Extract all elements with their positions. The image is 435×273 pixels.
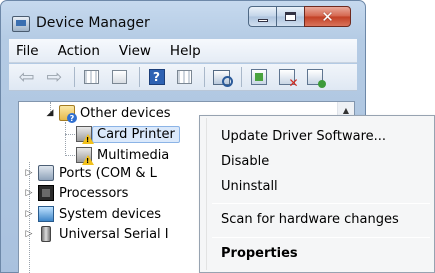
toolbar-separator [74, 67, 75, 87]
expand-arrow-icon[interactable]: ▷ [24, 209, 34, 219]
view-icon [177, 70, 192, 84]
tree-item-processors[interactable]: ▷ Processors [24, 183, 128, 203]
expand-arrow-icon[interactable]: ▷ [24, 229, 34, 239]
tree-connector [65, 155, 75, 156]
menu-item-scan[interactable]: Scan for hardware changes [221, 212, 399, 227]
menu-help[interactable]: Help [169, 43, 202, 59]
tree-item-ports[interactable]: ▷ Ports (COM & L [24, 163, 157, 183]
caption-buttons: ✕ [248, 6, 351, 27]
tree-item-multimedia[interactable]: Multimedia [76, 145, 169, 165]
tree-item-label: Other devices [80, 105, 171, 121]
menu-bar: File Action View Help [9, 39, 357, 63]
toolbar-separator [204, 67, 205, 87]
help-button[interactable]: ? [146, 68, 167, 87]
forward-icon: ⇨ [46, 65, 63, 88]
unknown-device-folder-icon [59, 105, 77, 123]
maximize-button[interactable] [276, 6, 304, 27]
view-button[interactable] [174, 68, 195, 87]
tree-item-label: Multimedia [97, 147, 170, 163]
back-icon: ⇦ [18, 65, 35, 88]
menu-view[interactable]: View [118, 43, 152, 59]
usb-icon [41, 226, 51, 242]
tree-item-label: System devices [59, 206, 162, 222]
menu-separator [212, 237, 430, 238]
tree-item-usb[interactable]: ▷ Universal Serial I [24, 224, 169, 244]
tree-item-label: Ports (COM & L [59, 165, 157, 181]
device-warning-icon [76, 126, 94, 144]
menu-item-update-driver[interactable]: Update Driver Software... [221, 129, 386, 144]
tree-item-label: Card Printer [92, 125, 180, 143]
help-icon: ? [148, 69, 165, 85]
scan-hardware-icon [213, 69, 233, 87]
processor-icon [38, 185, 54, 201]
tree-item-label: Processors [59, 185, 129, 201]
menu-action[interactable]: Action [57, 43, 101, 59]
menu-item-disable[interactable]: Disable [221, 154, 269, 169]
menu-file[interactable]: File [15, 43, 40, 59]
tree-connector [65, 134, 75, 135]
expand-arrow-icon[interactable]: ▷ [24, 168, 34, 178]
minimize-icon [257, 18, 268, 22]
window-title: Device Manager [36, 15, 150, 31]
tree-item-system-devices[interactable]: ▷ System devices [24, 204, 161, 224]
update-driver-icon [250, 69, 267, 85]
expand-arrow-icon[interactable]: ▷ [24, 188, 34, 198]
tree-connector [65, 122, 66, 156]
system-device-icon [38, 206, 54, 222]
forward-button[interactable]: ⇨ [44, 65, 65, 88]
menu-item-uninstall[interactable]: Uninstall [221, 179, 278, 194]
properties-grid-icon [84, 70, 99, 84]
close-button[interactable]: ✕ [304, 6, 351, 27]
uninstall-icon [278, 69, 299, 90]
show-hidden-icon [112, 70, 127, 84]
device-warning-icon [76, 147, 94, 165]
uninstall-button[interactable] [276, 68, 299, 90]
tree-item-other-devices[interactable]: ◢ Other devices [45, 103, 171, 123]
close-icon: ✕ [321, 7, 334, 26]
properties-grid-button[interactable] [81, 68, 102, 87]
minimize-button[interactable] [248, 6, 276, 27]
tree-item-card-printer[interactable]: Card Printer [76, 124, 180, 144]
scan-hardware-button[interactable] [211, 68, 233, 87]
enable-device-button[interactable] [304, 68, 326, 88]
tree-item-label: Universal Serial I [59, 226, 169, 242]
menu-separator [212, 203, 430, 204]
title-bar[interactable]: Device Manager ✕ [1, 1, 365, 39]
update-driver-button[interactable] [248, 68, 269, 87]
device-manager-icon [12, 16, 30, 32]
toolbar-separator [241, 67, 242, 87]
menu-item-properties[interactable]: Properties [221, 246, 298, 261]
back-button[interactable]: ⇦ [16, 65, 37, 88]
context-menu: Update Driver Software... Disable Uninst… [199, 115, 435, 273]
show-hidden-button[interactable] [109, 68, 130, 87]
toolbar-separator [139, 67, 140, 87]
port-icon [38, 165, 54, 181]
collapse-arrow-icon[interactable]: ◢ [45, 108, 55, 118]
enable-device-icon [306, 69, 326, 88]
maximize-icon [285, 12, 296, 21]
toolbar: ⇦ ⇨ ? [9, 64, 357, 91]
